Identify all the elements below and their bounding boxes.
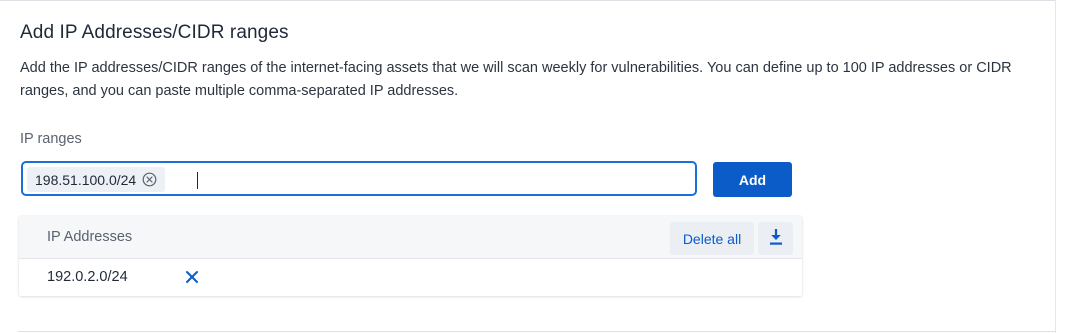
ip-ranges-label: IP ranges	[20, 131, 82, 147]
section-description: Add the IP addresses/CIDR ranges of the …	[20, 60, 1012, 99]
delete-all-button[interactable]: Delete all	[670, 222, 754, 255]
ip-addresses-table: IP Addresses Delete all 192.0.2.0/24	[19, 216, 802, 296]
table-header: IP Addresses Delete all	[19, 216, 802, 259]
column-header-ip-addresses: IP Addresses	[47, 229, 133, 245]
table-row: 192.0.2.0/24	[19, 259, 802, 296]
text-caret	[197, 172, 198, 189]
download-icon	[768, 228, 784, 249]
remove-ip-button[interactable]	[182, 268, 202, 288]
row-ip-address: 192.0.2.0/24	[47, 269, 128, 285]
panel-edge	[1055, 0, 1056, 333]
download-button[interactable]	[758, 222, 793, 255]
ip-chip: 198.51.100.0/24	[27, 167, 166, 192]
circle-x-icon[interactable]	[142, 172, 157, 187]
ip-ranges-section: Add IP Addresses/CIDR ranges Add the IP …	[0, 0, 1073, 333]
ip-chip-label: 198.51.100.0/24	[35, 171, 137, 188]
bottom-divider	[18, 331, 1055, 332]
top-divider	[0, 0, 1055, 1]
x-icon	[185, 270, 199, 287]
add-button[interactable]: Add	[713, 162, 792, 197]
ip-ranges-input[interactable]: 198.51.100.0/24	[21, 161, 697, 196]
section-title: Add IP Addresses/CIDR ranges	[20, 22, 289, 43]
